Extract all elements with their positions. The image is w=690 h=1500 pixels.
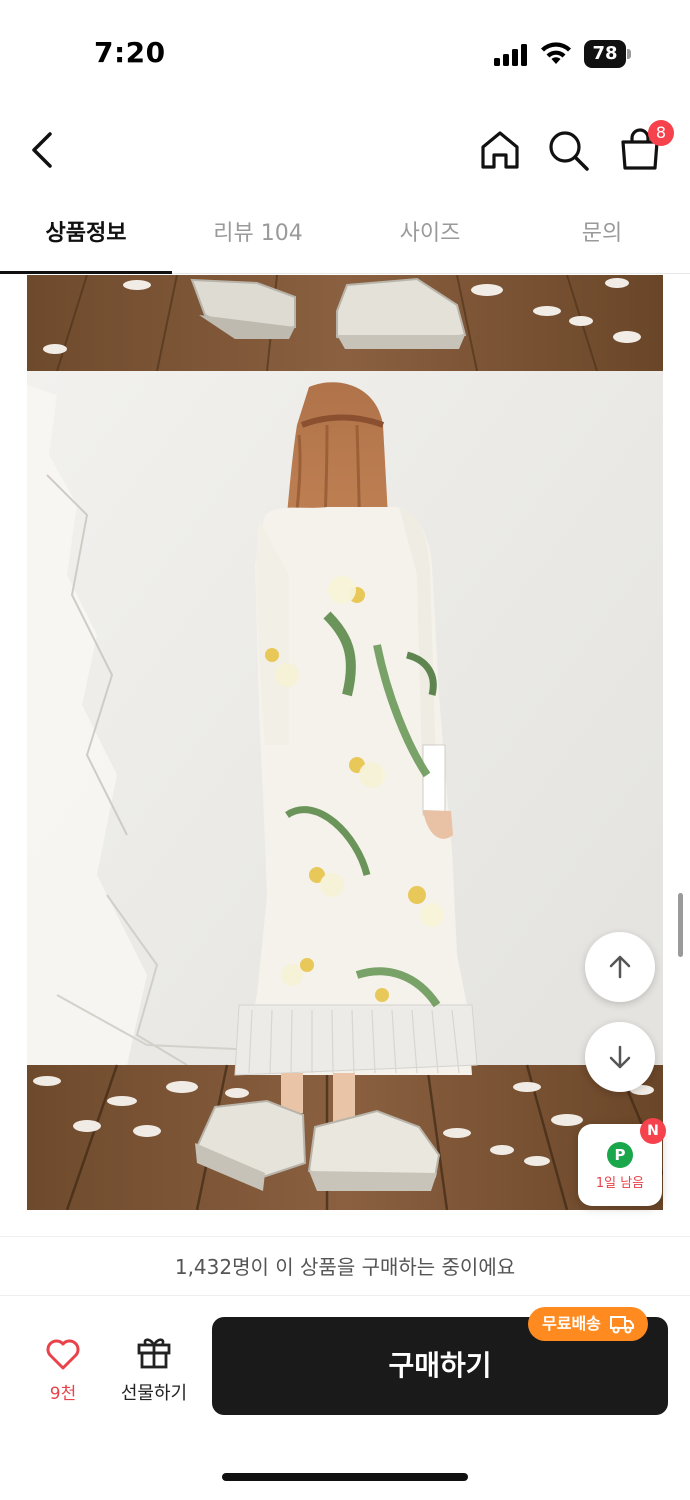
search-icon[interactable]: [546, 128, 592, 172]
arrow-up-icon: [609, 955, 631, 979]
free-shipping-badge: 무료배송: [528, 1307, 649, 1341]
scrollbar-thumb[interactable]: [678, 893, 683, 957]
truck-icon: [610, 1316, 635, 1334]
bottom-action-bar: 9천 선물하기 구매하기 무료배송: [0, 1297, 690, 1500]
product-tabs: 상품정보 리뷰 104 사이즈 문의: [0, 200, 690, 274]
scroll-top-button[interactable]: [585, 932, 655, 1002]
tab-reviews[interactable]: 리뷰 104: [172, 200, 344, 274]
heart-icon: [46, 1339, 80, 1370]
home-indicator[interactable]: [222, 1473, 468, 1481]
free-shipping-label: 무료배송: [542, 1314, 601, 1333]
like-button[interactable]: 9천: [32, 1337, 94, 1404]
tab-product-info[interactable]: 상품정보: [0, 200, 172, 274]
signal-icon: [494, 44, 527, 66]
scroll-bottom-button[interactable]: [585, 1022, 655, 1092]
product-detail-screen: 7:20 78 8 상품정보 리뷰 104 사이즈 문의 P 1일 남음 N 1…: [0, 0, 690, 1500]
back-arrow-icon[interactable]: [22, 128, 62, 172]
cart-button[interactable]: 8: [618, 120, 674, 172]
point-icon: P: [607, 1142, 633, 1168]
gift-button[interactable]: 선물하기: [112, 1335, 196, 1405]
cart-count-badge: 8: [648, 120, 674, 146]
gift-label: 선물하기: [120, 1383, 188, 1404]
tab-inquiry[interactable]: 문의: [516, 200, 688, 274]
buyers-count-banner: 1,432명이 이 상품을 구매하는 중이에요: [0, 1236, 690, 1296]
battery-level: 78: [592, 43, 618, 64]
like-count: 9천: [49, 1384, 77, 1404]
home-icon[interactable]: [478, 128, 522, 172]
active-tab-indicator: [0, 271, 172, 274]
wifi-icon: [541, 42, 571, 64]
tab-size[interactable]: 사이즈: [344, 200, 516, 274]
product-detail-image: [27, 275, 663, 1210]
gift-icon: [137, 1338, 171, 1369]
point-days-left: 1일 남음: [595, 1176, 645, 1191]
battery-icon: 78: [584, 40, 632, 68]
status-time: 7:20: [94, 36, 166, 69]
new-badge: N: [640, 1118, 666, 1144]
top-navigation: 8: [0, 100, 690, 200]
arrow-down-icon: [609, 1045, 631, 1069]
status-bar: 7:20 78: [0, 0, 690, 100]
